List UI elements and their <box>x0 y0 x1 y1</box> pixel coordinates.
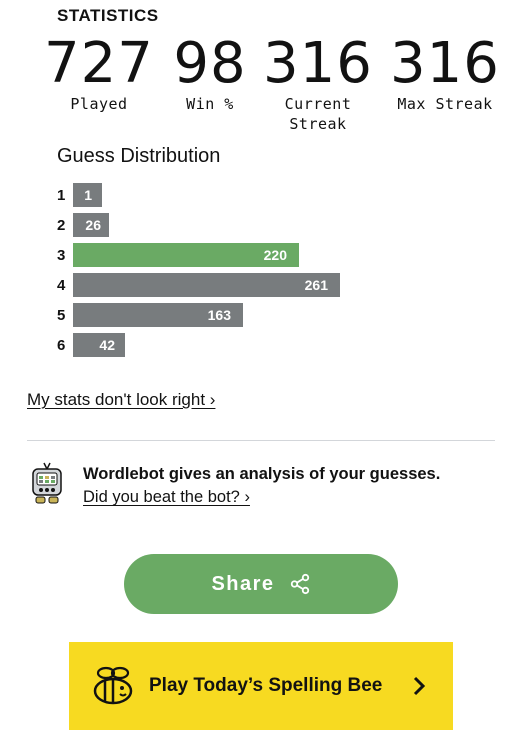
share-button-label: Share <box>211 572 275 595</box>
distribution-count: 1 <box>84 187 92 203</box>
distribution-guess-number: 3 <box>57 246 66 264</box>
wordlebot-link[interactable]: Did you beat the bot? › <box>83 488 440 507</box>
distribution-row-6: 6 42 <box>57 333 125 357</box>
stat-current-streak-value: 316 <box>263 31 373 96</box>
stat-win-percent: 98 Win % <box>160 34 260 114</box>
stat-played-value: 727 <box>44 31 154 96</box>
distribution-row-5: 5 163 <box>57 303 243 327</box>
stat-current-streak-label: Current Streak <box>284 95 352 133</box>
distribution-guess-number: 1 <box>57 186 66 204</box>
share-button[interactable]: Share <box>124 554 398 614</box>
distribution-count: 220 <box>263 247 287 263</box>
stat-win-percent-value: 98 <box>173 31 247 96</box>
spelling-bee-banner[interactable]: Play Today’s Spelling Bee <box>69 642 453 730</box>
bee-icon <box>93 666 133 705</box>
distribution-guess-number: 4 <box>57 276 66 294</box>
divider <box>27 440 495 441</box>
chevron-right-icon <box>413 676 426 696</box>
wordlebot-promo: Wordlebot gives an analysis of your gues… <box>83 465 440 507</box>
spelling-bee-label: Play Today’s Spelling Bee <box>149 675 383 696</box>
stat-played-label: Played <box>70 95 128 113</box>
stat-max-streak-value: 316 <box>390 31 500 96</box>
distribution-bar: 42 <box>73 333 125 357</box>
stat-max-streak: 316 Max Streak <box>384 34 506 114</box>
distribution-count: 26 <box>85 217 101 233</box>
distribution-bar: 26 <box>73 213 109 237</box>
distribution-guess-number: 6 <box>57 336 66 354</box>
distribution-row-1: 1 1 <box>57 183 102 207</box>
distribution-guess-number: 5 <box>57 306 66 324</box>
stat-max-streak-label: Max Streak <box>397 95 493 113</box>
distribution-count: 261 <box>304 277 328 293</box>
stats-wrong-link[interactable]: My stats don't look right › <box>27 390 215 410</box>
share-icon <box>290 573 309 595</box>
stat-played: 727 Played <box>36 34 162 114</box>
statistics-title: STATISTICS <box>57 6 159 25</box>
stat-current-streak: 316 Current Streak <box>258 34 378 134</box>
stat-win-percent-label: Win % <box>186 95 234 113</box>
wordlebot-icon <box>32 462 62 504</box>
guess-distribution-heading: Guess Distribution <box>57 145 221 167</box>
distribution-row-4: 4 261 <box>57 273 340 297</box>
distribution-row-3: 3 220 <box>57 243 299 267</box>
distribution-bar: 1 <box>73 183 102 207</box>
distribution-count: 42 <box>99 337 115 353</box>
distribution-bar-current: 220 <box>73 243 299 267</box>
wordlebot-title: Wordlebot gives an analysis of your gues… <box>83 465 441 483</box>
distribution-guess-number: 2 <box>57 216 66 234</box>
distribution-bar: 163 <box>73 303 243 327</box>
distribution-bar: 261 <box>73 273 340 297</box>
distribution-row-2: 2 26 <box>57 213 109 237</box>
distribution-count: 163 <box>207 307 231 323</box>
